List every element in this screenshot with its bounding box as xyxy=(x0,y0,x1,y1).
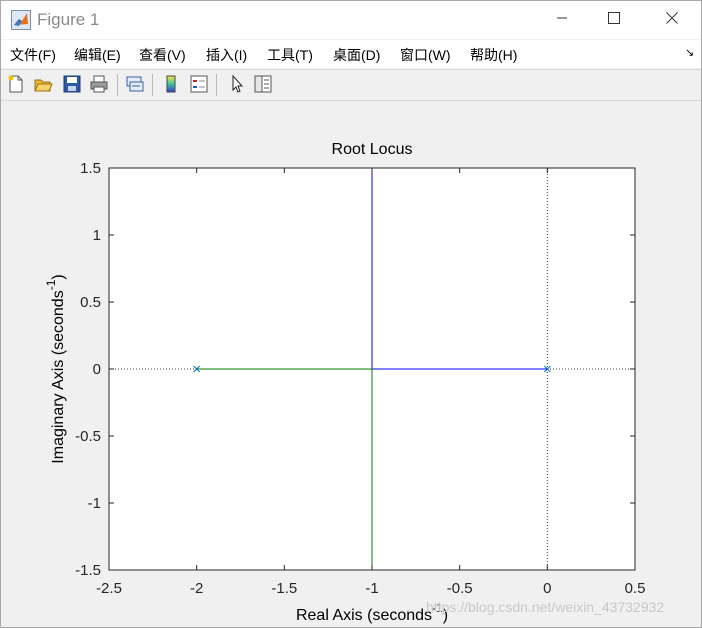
menu-insert[interactable]: 插入(I) xyxy=(206,45,247,65)
y-tick-label: 0.5 xyxy=(80,294,101,311)
title-bar[interactable]: Figure 1 xyxy=(1,1,701,39)
toolbar-separator xyxy=(117,74,118,96)
insert-legend-icon[interactable] xyxy=(188,73,210,95)
x-tick-label: -0.5 xyxy=(447,580,473,597)
link-plot-icon[interactable] xyxy=(124,73,146,95)
menu-help[interactable]: 帮助(H) xyxy=(470,45,517,65)
minimize-button[interactable] xyxy=(539,1,585,39)
x-tick-label: -1 xyxy=(365,580,378,597)
menu-view[interactable]: 查看(V) xyxy=(139,45,186,65)
toolbar-separator xyxy=(152,74,153,96)
window-title: Figure 1 xyxy=(37,10,100,29)
minimize-icon xyxy=(556,11,568,29)
y-tick-label: -0.5 xyxy=(75,428,101,445)
dock-arrow-icon[interactable]: ↘ xyxy=(685,46,694,59)
y-axis-label: Imaginary Axis (seconds-1) xyxy=(44,274,67,463)
print-icon[interactable] xyxy=(88,73,110,95)
close-button[interactable] xyxy=(649,1,695,39)
y-tick-label: 1 xyxy=(93,227,101,244)
menu-tools[interactable]: 工具(T) xyxy=(267,45,313,65)
x-tick-label: -1.5 xyxy=(271,580,297,597)
close-icon xyxy=(666,11,678,29)
y-tick-label: 0 xyxy=(93,361,101,378)
root-locus-chart[interactable]: -2.5 -2 -1.5 -1 -0.5 0 0.5 1.5 1 0.5 0 -0.5 -1 -1.5 Ro… xyxy=(1,101,701,627)
menu-window[interactable]: 窗口(W) xyxy=(400,45,451,65)
y-tick-label: -1 xyxy=(88,495,101,512)
maximize-button[interactable] xyxy=(591,1,637,39)
save-icon[interactable] xyxy=(61,73,83,95)
figure-canvas[interactable]: -2.5 -2 -1.5 -1 -0.5 0 0.5 1.5 1 0.5 0 -0.5 -1 -1.5 Ro… xyxy=(1,101,701,627)
maximize-icon xyxy=(608,11,620,29)
watermark-text: https://blog.csdn.net/weixin_43732932 xyxy=(426,599,665,615)
x-tick-label: -2.5 xyxy=(96,580,122,597)
y-tick-label: 1.5 xyxy=(80,160,101,177)
edit-plot-pointer-icon[interactable] xyxy=(226,73,248,95)
x-tick-label: -2 xyxy=(190,580,203,597)
open-file-icon[interactable] xyxy=(32,73,54,95)
toolbar-separator xyxy=(216,74,217,96)
menu-desktop[interactable]: 桌面(D) xyxy=(333,45,380,65)
matlab-icon xyxy=(11,10,31,30)
insert-colorbar-icon[interactable] xyxy=(160,73,182,95)
figure-toolbar xyxy=(1,69,701,101)
x-tick-label: 0.5 xyxy=(625,580,646,597)
property-inspector-icon[interactable] xyxy=(252,73,274,95)
menu-file[interactable]: 文件(F) xyxy=(10,45,56,65)
chart-title: Root Locus xyxy=(332,141,413,158)
menu-bar: 文件(F) 编辑(E) 查看(V) 插入(I) 工具(T) 桌面(D) 窗口(W… xyxy=(1,40,701,68)
new-figure-icon[interactable] xyxy=(5,73,27,95)
x-tick-label: 0 xyxy=(543,580,551,597)
figure-window: Figure 1 文件(F) 编辑(E) 查看(V) 插入(I) 工具(T) 桌… xyxy=(0,0,702,628)
y-tick-label: -1.5 xyxy=(75,562,101,579)
menu-edit[interactable]: 编辑(E) xyxy=(74,45,121,65)
